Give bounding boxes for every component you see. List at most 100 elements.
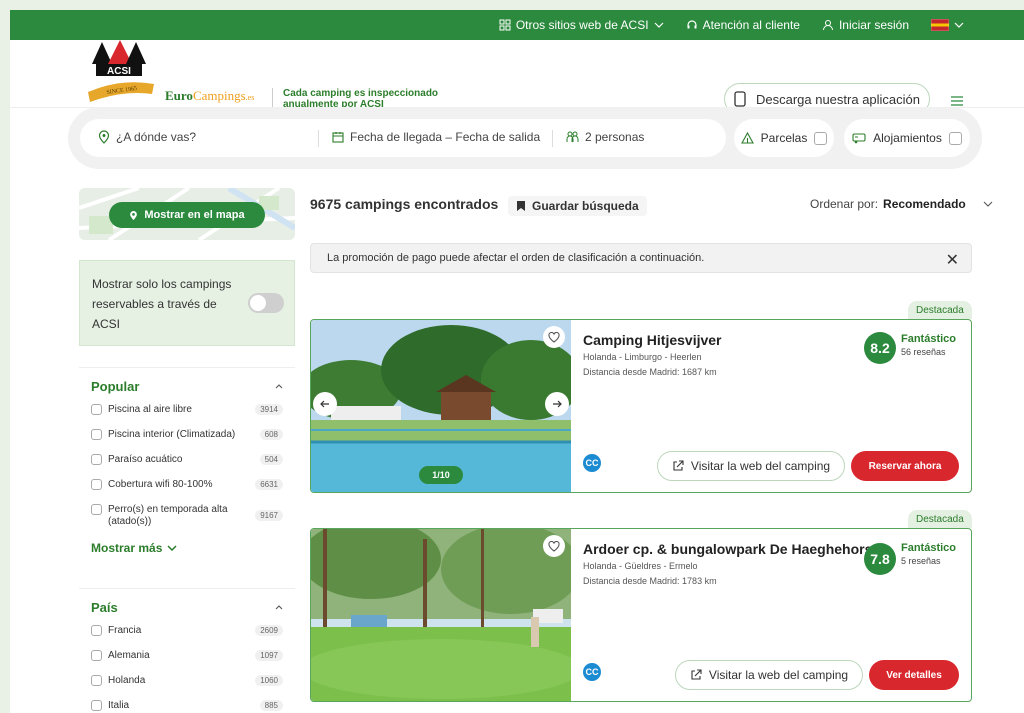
eurocampings-brand[interactable]: EuroCampings.es: [165, 88, 254, 104]
divider: [318, 130, 319, 147]
acsi-logo[interactable]: ACSI SINCE 1965: [86, 34, 156, 108]
location-pin-icon: [130, 210, 138, 220]
location-pin-icon: [98, 130, 110, 144]
other-sites-menu[interactable]: Otros sitios web de ACSI: [499, 18, 664, 32]
previous-photo-button[interactable]: [313, 392, 337, 416]
grid-icon: [499, 19, 511, 31]
promotion-notice: La promoción de pago puede afectar el or…: [310, 243, 972, 273]
campsite-name[interactable]: Camping Hitjesvijver: [583, 332, 722, 348]
book-now-button[interactable]: Reservar ahora: [851, 451, 959, 481]
accommodations-label: Alojamientos: [873, 131, 942, 145]
filter-option[interactable]: Francia 2609: [91, 625, 283, 637]
pitches-checkbox[interactable]: [814, 131, 828, 145]
filter-option[interactable]: Perro(s) en temporada alta (atado(s)) 91…: [91, 504, 283, 528]
dates-placeholder: Fecha de llegada – Fecha de salida: [350, 130, 541, 144]
campsite-distance: Distancia desde Madrid: 1687 km: [583, 367, 717, 377]
filter-option[interactable]: Piscina interior (Climatizada) 608: [91, 429, 283, 441]
destination-placeholder: ¿A dónde vas?: [116, 130, 197, 144]
filter-option[interactable]: Cobertura wifi 80-100% 6631: [91, 479, 283, 491]
campsite-location: Holanda - Güeldres - Ermelo: [583, 561, 698, 571]
login-link[interactable]: Iniciar sesión: [822, 18, 909, 32]
rating-label: Fantástico: [901, 542, 957, 554]
filter-label: Francia: [108, 625, 142, 636]
filter-count: 504: [259, 454, 283, 465]
filter-checkbox[interactable]: [91, 429, 102, 440]
chevron-up-icon: [275, 383, 283, 388]
filter-checkbox[interactable]: [91, 700, 102, 711]
chevron-down-icon: [954, 22, 964, 28]
results-count: 9675 campings encontrados: [310, 196, 499, 212]
filter-count: 1097: [255, 650, 283, 661]
view-details-button[interactable]: Ver detalles: [869, 660, 959, 690]
heart-icon[interactable]: [543, 535, 565, 557]
filter-option[interactable]: Piscina al aire libre 3914: [91, 404, 283, 416]
external-link-icon: [673, 460, 684, 471]
filter-label: Piscina interior (Climatizada): [108, 429, 236, 440]
campsite-card[interactable]: Ardoer cp. & bungalowpark De Haeghehorst…: [310, 528, 972, 702]
calendar-icon: [332, 132, 344, 143]
filter-label: Piscina al aire libre: [108, 404, 192, 415]
language-selector[interactable]: [931, 19, 964, 31]
filter-option[interactable]: Italia 885: [91, 700, 283, 712]
save-search-button[interactable]: Guardar búsqueda: [508, 196, 647, 216]
page: Otros sitios web de ACSI Atención al cli…: [10, 10, 1024, 713]
filter-checkbox[interactable]: [91, 479, 102, 490]
top-bar: Otros sitios web de ACSI Atención al cli…: [10, 10, 1024, 40]
close-icon[interactable]: ✕: [946, 250, 959, 270]
campsite-photo[interactable]: 1/10: [311, 320, 571, 492]
campsite-distance: Distancia desde Madrid: 1783 km: [583, 576, 717, 586]
arrow-right-icon: [553, 400, 562, 408]
country-filter-group: País Francia 2609 Alemania 1097 Holanda …: [79, 588, 295, 713]
filter-count: 6631: [255, 479, 283, 490]
download-app-label: Descarga nuestra aplicación: [755, 91, 921, 107]
cc-card-icon: CC: [583, 663, 601, 681]
show-on-map-label: Mostrar en el mapa: [144, 209, 245, 221]
filter-option[interactable]: Paraíso acuático 504: [91, 454, 283, 466]
visit-website-button[interactable]: Visitar la web del camping: [675, 660, 863, 690]
filter-option[interactable]: Holanda 1060: [91, 675, 283, 687]
filter-label: Paraíso acuático: [108, 454, 183, 465]
guests-field[interactable]: 2 personas: [566, 130, 644, 144]
visit-website-button[interactable]: Visitar la web del camping: [657, 451, 845, 481]
photo-counter: 1/10: [419, 466, 463, 484]
accommodations-checkbox[interactable]: [948, 131, 962, 145]
filter-checkbox[interactable]: [91, 650, 102, 661]
filter-count: 885: [259, 700, 283, 711]
other-sites-label: Otros sitios web de ACSI: [515, 18, 649, 32]
filter-count: 2609: [255, 625, 283, 636]
review-count[interactable]: 56 reseñas: [901, 347, 946, 357]
reservable-toggle[interactable]: [248, 293, 284, 313]
filter-count: 608: [259, 429, 283, 440]
filter-checkbox[interactable]: [91, 675, 102, 686]
campsite-card[interactable]: 1/10 Camping Hitjesvijver Holanda - Limb…: [310, 319, 972, 493]
map-preview[interactable]: Mostrar en el mapa: [79, 188, 295, 240]
dates-field[interactable]: Fecha de llegada – Fecha de salida: [332, 130, 540, 144]
filter-checkbox[interactable]: [91, 454, 102, 465]
heart-icon[interactable]: [543, 326, 565, 348]
popular-filter-header[interactable]: Popular: [91, 368, 283, 404]
filter-count: 3914: [255, 404, 283, 415]
next-photo-button[interactable]: [545, 392, 569, 416]
pitches-filter[interactable]: Parcelas: [734, 119, 834, 157]
campsite-name[interactable]: Ardoer cp. & bungalowpark De Haeghehorst: [583, 541, 877, 557]
customer-support-link[interactable]: Atención al cliente: [686, 18, 800, 32]
filter-label: Italia: [108, 700, 130, 711]
guests-value: 2 personas: [585, 130, 645, 144]
show-more-button[interactable]: Mostrar más: [91, 541, 283, 555]
review-count[interactable]: 5 reseñas: [901, 556, 941, 566]
filter-checkbox[interactable]: [91, 504, 102, 515]
sort-dropdown[interactable]: Ordenar por: Recomendado: [810, 197, 993, 211]
filter-checkbox[interactable]: [91, 404, 102, 415]
chevron-up-icon: [275, 604, 283, 609]
filter-checkbox[interactable]: [91, 625, 102, 636]
country-filter-header[interactable]: País: [91, 589, 283, 625]
tent-icon: [740, 132, 754, 144]
destination-field[interactable]: ¿A dónde vas?: [98, 130, 196, 144]
headset-icon: [686, 20, 697, 29]
show-on-map-button[interactable]: Mostrar en el mapa: [109, 202, 265, 228]
accommodations-filter[interactable]: Alojamientos: [844, 119, 970, 157]
campsite-photo[interactable]: [311, 529, 571, 701]
filter-option[interactable]: Alemania 1097: [91, 650, 283, 662]
country-title: País: [91, 599, 118, 615]
chevron-down-icon: [167, 545, 177, 551]
